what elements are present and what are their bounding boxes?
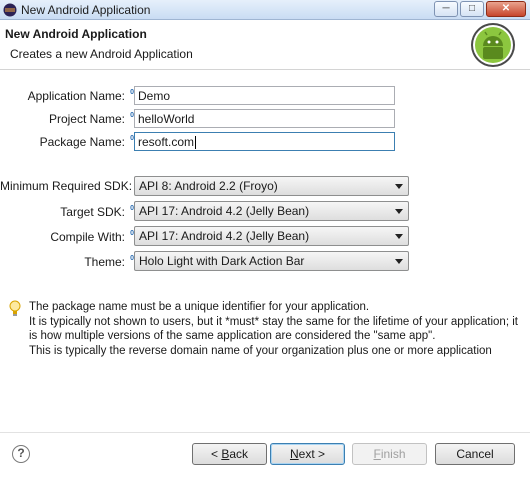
hint-line: It is typically not shown to users, but … — [29, 315, 518, 328]
package-name-input[interactable]: resoft.com — [134, 132, 395, 151]
eclipse-app-icon — [3, 3, 17, 17]
project-name-label: Project Name: 0 — [48, 112, 134, 126]
minimize-icon: ─ — [442, 3, 450, 14]
info-icon: 0 — [130, 205, 134, 212]
compile-with-label: Compile With: 0 — [50, 230, 134, 244]
project-name-input[interactable]: helloWorld — [134, 109, 395, 128]
minimize-button[interactable]: ─ — [434, 1, 458, 17]
wizard-header: New Android Application Creates a new An… — [0, 20, 530, 70]
hint-line: This is typically the reverse domain nam… — [29, 344, 492, 357]
info-icon: 0 — [130, 89, 134, 96]
hint-text: The package name must be a unique identi… — [29, 300, 524, 358]
target-sdk-label: Target SDK: 0 — [60, 205, 134, 219]
window-title: New Android Application — [21, 3, 151, 17]
help-icon[interactable]: ? — [12, 445, 30, 463]
wizard-subtitle: Creates a new Android Application — [10, 47, 193, 61]
next-button[interactable]: Next > — [270, 443, 345, 465]
info-icon: 0 — [130, 135, 134, 142]
application-name-input[interactable]: Demo — [134, 86, 395, 105]
min-sdk-label: Minimum Required SDK:0 — [0, 179, 141, 193]
theme-select[interactable]: Holo Light with Dark Action Bar — [134, 251, 409, 271]
theme-label: Theme: 0 — [84, 255, 134, 269]
wizard-footer: ? < Back Next > Finish Cancel — [0, 432, 530, 484]
android-logo-icon — [471, 23, 515, 67]
compile-with-select[interactable]: API 17: Android 4.2 (Jelly Bean) — [134, 226, 409, 246]
wizard-title: New Android Application — [5, 27, 147, 41]
chevron-down-icon — [395, 234, 403, 239]
maximize-button[interactable]: □ — [460, 1, 484, 17]
info-icon: 0 — [130, 230, 134, 237]
info-icon: 0 — [130, 255, 134, 262]
info-icon: 0 — [130, 112, 134, 119]
hint-line: The package name must be a unique identi… — [29, 301, 370, 313]
maximize-icon: □ — [468, 3, 476, 14]
chevron-down-icon — [395, 184, 403, 189]
target-sdk-select[interactable]: API 17: Android 4.2 (Jelly Bean) — [134, 201, 409, 221]
close-icon: ✕ — [501, 3, 511, 14]
window-titlebar: New Android Application ─ □ ✕ — [0, 0, 530, 20]
text-caret — [195, 136, 197, 150]
wizard-content: Application Name: 0 Demo Project Name: 0 h… — [0, 71, 530, 432]
cancel-button[interactable]: Cancel — [435, 443, 515, 465]
close-button[interactable]: ✕ — [486, 1, 526, 17]
back-button[interactable]: < Back — [192, 443, 267, 465]
chevron-down-icon — [395, 209, 403, 214]
app-name-label: Application Name: 0 — [27, 89, 134, 103]
hint-line: is how multiple versions of the same app… — [29, 330, 436, 342]
lightbulb-icon — [9, 300, 21, 316]
package-name-label: Package Name: 0 — [39, 135, 134, 149]
finish-button[interactable]: Finish — [352, 443, 427, 465]
chevron-down-icon — [395, 259, 403, 264]
min-sdk-select[interactable]: API 8: Android 2.2 (Froyo) — [134, 176, 409, 196]
